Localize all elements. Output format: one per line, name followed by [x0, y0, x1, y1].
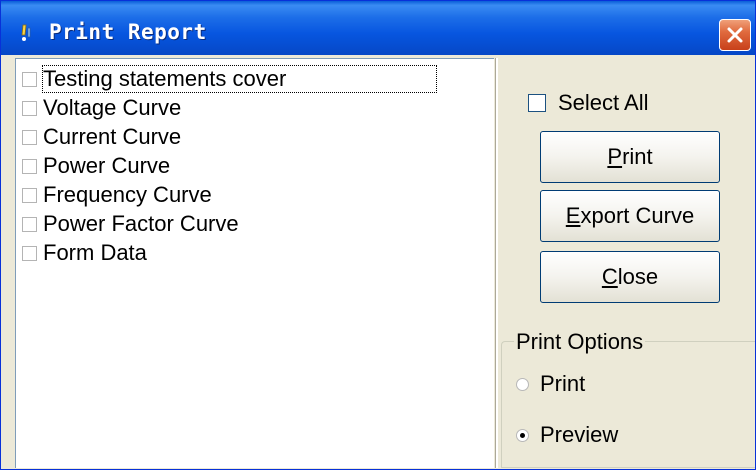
- print-option-print-radio[interactable]: Print: [516, 371, 585, 397]
- close-window-button[interactable]: [719, 19, 751, 51]
- item-checkbox[interactable]: [22, 187, 37, 203]
- app-icon: [21, 24, 31, 41]
- item-checkbox[interactable]: [22, 100, 37, 116]
- list-item-label: Testing statements cover: [41, 65, 438, 93]
- item-checkbox[interactable]: [22, 129, 37, 145]
- export-curve-button[interactable]: Export Curve: [540, 190, 720, 242]
- radio-indicator[interactable]: [516, 428, 529, 442]
- select-all-label: Select All: [558, 90, 649, 115]
- list-item-frequency-curve[interactable]: Frequency Curve: [22, 180, 212, 210]
- close-button-label: lose: [617, 264, 659, 289]
- panel-divider: [495, 58, 498, 468]
- print-button-mnemonic: P: [607, 144, 623, 169]
- radio-indicator[interactable]: [516, 377, 529, 391]
- list-item-current-curve[interactable]: Current Curve: [22, 122, 181, 152]
- radio-label: Print: [540, 371, 586, 396]
- list-item-power-curve[interactable]: Power Curve: [22, 151, 170, 181]
- select-all-checkbox[interactable]: Select All: [528, 90, 649, 116]
- item-checkbox[interactable]: [22, 216, 37, 232]
- window-title: Print Report: [49, 20, 207, 44]
- item-checkbox[interactable]: [22, 71, 37, 87]
- close-button-mnemonic: C: [601, 264, 618, 289]
- list-item-label: Power Factor Curve: [43, 211, 239, 236]
- print-button[interactable]: Print: [540, 131, 720, 183]
- item-checkbox[interactable]: [22, 158, 37, 174]
- title-bar[interactable]: Print Report: [1, 1, 755, 55]
- report-items-list[interactable]: Testing statements cover Voltage Curve C…: [15, 58, 494, 468]
- select-all-box[interactable]: [528, 94, 546, 112]
- list-item-label: Current Curve: [43, 124, 182, 149]
- item-checkbox[interactable]: [22, 245, 37, 261]
- export-button-label: xport Curve: [580, 203, 695, 228]
- list-item-label: Voltage Curve: [43, 95, 182, 120]
- list-item-power-factor-curve[interactable]: Power Factor Curve: [22, 209, 239, 239]
- list-item-label: Frequency Curve: [43, 182, 212, 207]
- list-item-testing-statements-cover[interactable]: Testing statements cover: [22, 64, 438, 94]
- list-item-form-data[interactable]: Form Data: [22, 238, 147, 268]
- print-report-dialog: Print Report Testing statements cover Vo…: [0, 0, 756, 470]
- print-option-preview-radio[interactable]: Preview: [516, 422, 618, 448]
- close-button[interactable]: Close: [540, 251, 720, 303]
- export-button-mnemonic: E: [565, 203, 581, 228]
- list-item-label: Form Data: [43, 240, 147, 265]
- list-item-voltage-curve[interactable]: Voltage Curve: [22, 93, 181, 123]
- print-button-label: rint: [622, 144, 653, 169]
- list-item-label: Power Curve: [43, 153, 171, 178]
- print-options-group: [501, 341, 755, 468]
- close-icon: [727, 27, 743, 43]
- print-options-legend: Print Options: [514, 329, 646, 355]
- radio-label: Preview: [540, 422, 619, 447]
